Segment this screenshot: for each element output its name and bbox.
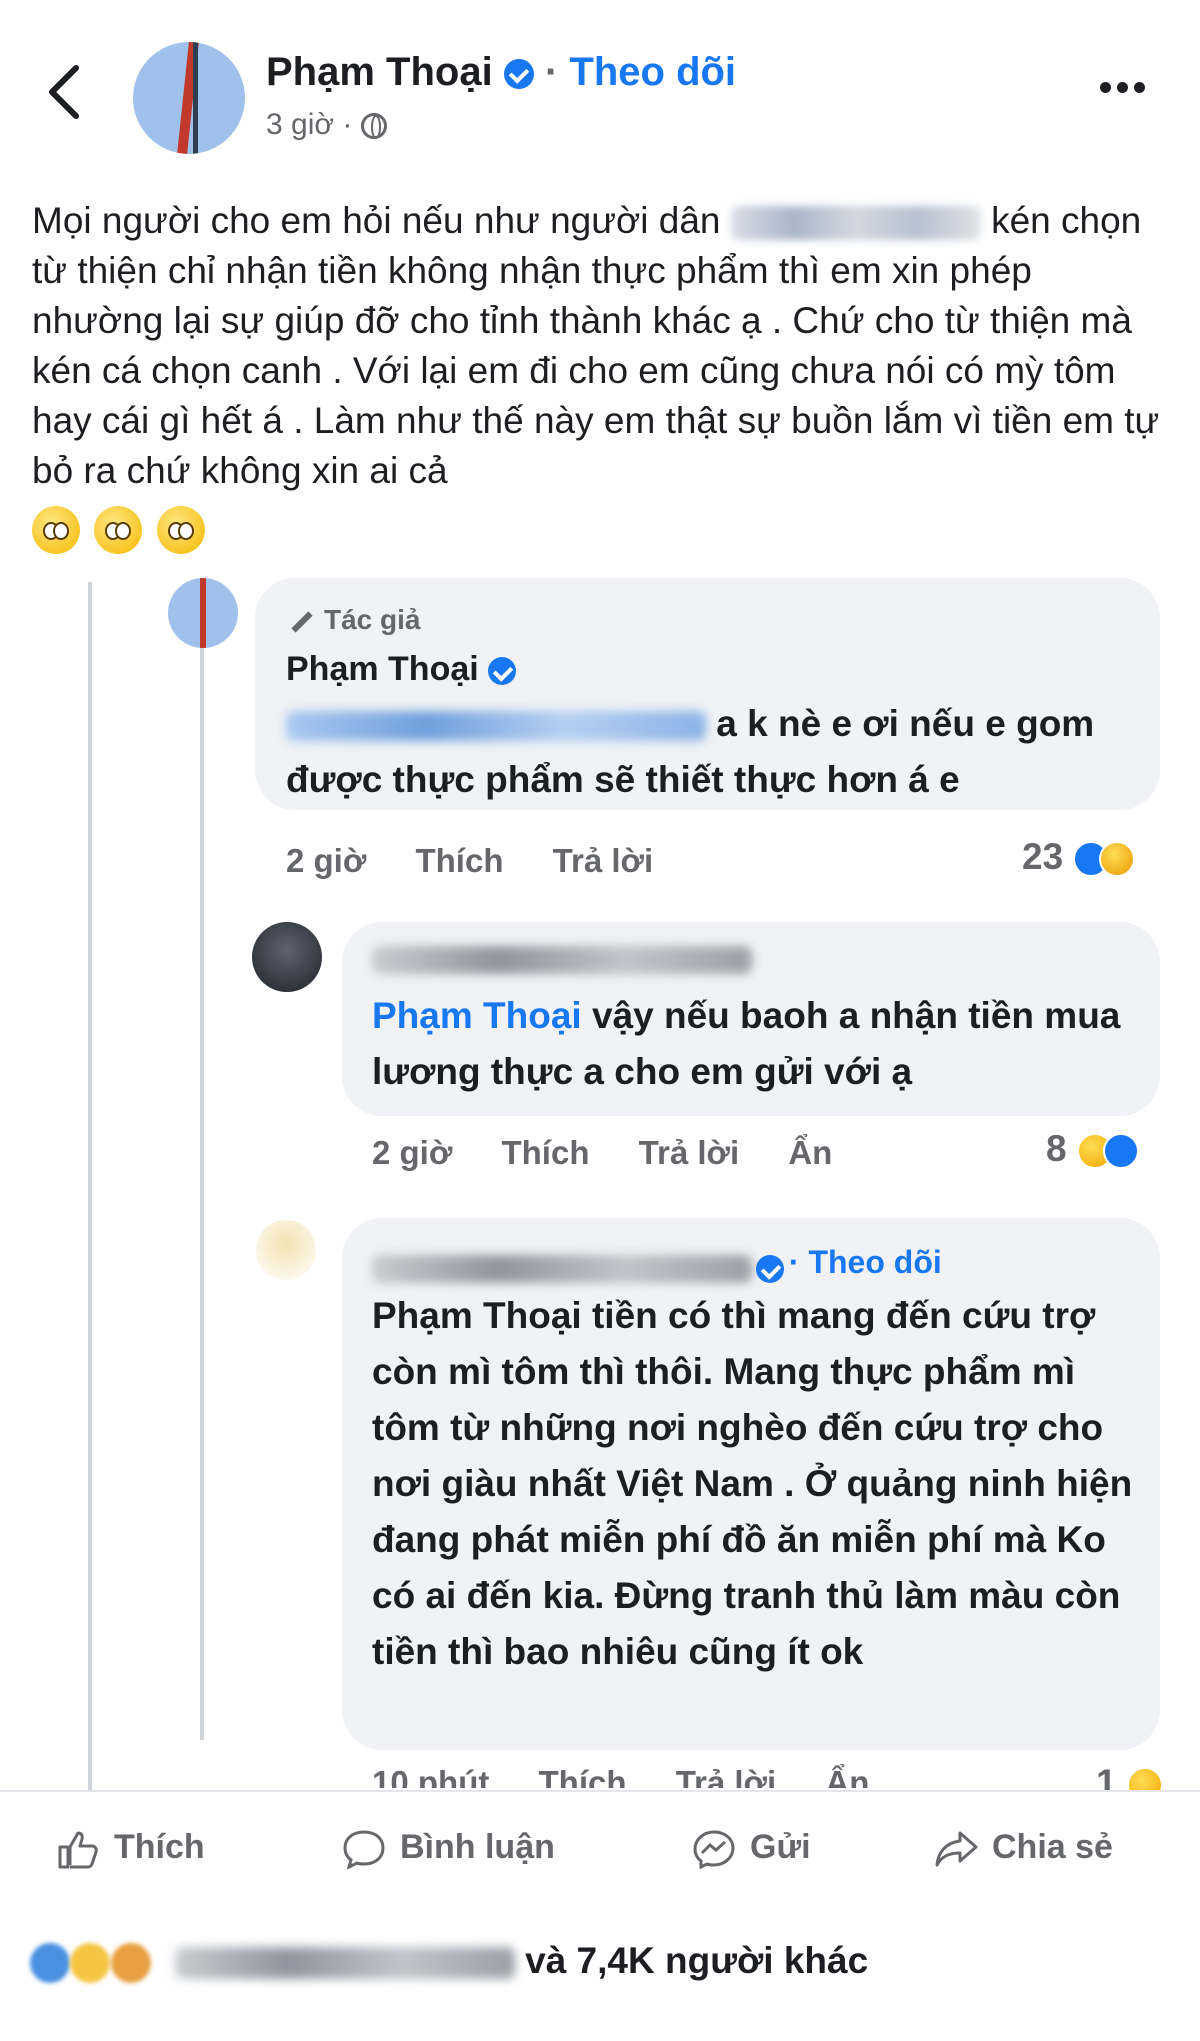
like-comment-button[interactable]: Thích [501, 1134, 589, 1171]
post-header-title: Phạm Thoại · Theo dõi [266, 50, 736, 95]
verified-badge-icon [503, 59, 534, 90]
post-time[interactable]: 3 giờ · [266, 108, 352, 141]
back-arrow-icon[interactable] [44, 62, 84, 122]
comment-bubble-icon [343, 1830, 385, 1870]
more-options-icon[interactable] [1100, 80, 1151, 98]
hide-button[interactable]: Ẩn [825, 1764, 869, 1788]
post-text-part-1: Mọi người cho em hỏi nếu như người dân [32, 200, 721, 241]
pleading-face-emoji-icon [156, 506, 205, 554]
comment-avatar[interactable] [256, 1220, 316, 1280]
blurred-commenter-name[interactable] [372, 1254, 752, 1283]
blurred-commenter-name[interactable] [372, 946, 752, 974]
comment-actions: 10 phút Thích Trả lời Ẩn [372, 1764, 909, 1788]
pleading-face-emoji-icon [94, 506, 143, 554]
share-arrow-icon [935, 1831, 978, 1867]
mention-link[interactable]: Phạm Thoại [372, 995, 582, 1036]
comment-avatar[interactable] [252, 922, 322, 992]
wow-reaction-icon [110, 1943, 151, 1984]
author-tag: Tác giả [290, 604, 420, 636]
follow-button[interactable]: Theo dõi [569, 50, 736, 94]
author-name[interactable]: Phạm Thoại [266, 50, 493, 94]
pen-icon [291, 611, 313, 633]
comment-author-name[interactable]: Phạm Thoại [286, 650, 517, 689]
commenter-header: · Theo dõi [372, 1244, 942, 1283]
comment-time: 2 giờ [286, 842, 367, 879]
blurred-mention[interactable] [286, 711, 706, 742]
like-reaction-icon [1102, 1133, 1139, 1170]
comment-avatar[interactable] [168, 578, 238, 648]
like-reaction-icon [30, 1943, 70, 1984]
wow-reaction-icon [1099, 841, 1136, 878]
share-button[interactable]: Chia sẻ [934, 1828, 1113, 1869]
like-comment-button[interactable]: Thích [415, 842, 503, 879]
post-meta: 3 giờ · [266, 108, 387, 142]
thread-line [200, 640, 204, 1740]
messenger-icon [693, 1830, 735, 1870]
comment-text: a k nè e ơi nếu e gom được thực phẩm sẽ … [286, 703, 1095, 800]
like-comment-button[interactable]: Thích [539, 1764, 627, 1788]
thread-line [88, 582, 92, 1790]
like-post-button[interactable]: Thích [56, 1828, 205, 1869]
pleading-face-emoji-icon [32, 506, 80, 554]
globe-icon [360, 113, 387, 140]
comment-button[interactable]: Bình luận [342, 1828, 555, 1870]
reaction-count[interactable]: 23 [1022, 836, 1136, 878]
reactions-summary-text: và 7,4K người khác [525, 1940, 869, 1981]
reply-button[interactable]: Trả lời [553, 842, 654, 879]
follow-button[interactable]: · Theo dõi [789, 1244, 942, 1280]
comment-text: Phạm Thoại tiền có thì mang đến cứu trợ … [372, 1295, 1133, 1672]
comment-actions: 2 giờ Thích Trả lời [286, 842, 693, 880]
blurred-location [730, 206, 981, 241]
post-text-part-2: kén chọn từ thiện chỉ nhận tiền không nh… [32, 200, 1160, 491]
comment-time: 10 phút [372, 1764, 490, 1788]
verified-badge-icon [488, 657, 517, 686]
reply-button[interactable]: Trả lời [676, 1764, 777, 1788]
reaction-count[interactable]: 8 [1046, 1128, 1139, 1170]
haha-reaction-icon [70, 1943, 111, 1984]
send-button[interactable]: Gửi [692, 1828, 811, 1870]
comment-time: 2 giờ [372, 1134, 453, 1171]
verified-badge-icon [756, 1254, 785, 1283]
author-avatar[interactable] [133, 42, 245, 154]
hide-button[interactable]: Ẩn [788, 1134, 832, 1171]
reply-button[interactable]: Trả lời [639, 1134, 740, 1171]
comment-text: Phạm Thoại vậy nếu baoh a nhận tiền mua … [372, 995, 1121, 1092]
thumbs-up-icon [58, 1831, 98, 1869]
post-action-bar: Thích Bình luận Gửi Chia sẻ [0, 1790, 1200, 1910]
blurred-reactor-name [174, 1947, 515, 1980]
separator: · [544, 50, 559, 94]
emoji-row [32, 506, 215, 554]
comment-actions: 2 giờ Thích Trả lời Ẩn [372, 1134, 872, 1172]
post-text: Mọi người cho em hỏi nếu như người dân k… [32, 196, 1172, 496]
reactions-summary[interactable]: và 7,4K người khác [30, 1940, 869, 1984]
haha-reaction-icon [1126, 1767, 1163, 1790]
reaction-count[interactable]: 1 [1096, 1762, 1163, 1790]
